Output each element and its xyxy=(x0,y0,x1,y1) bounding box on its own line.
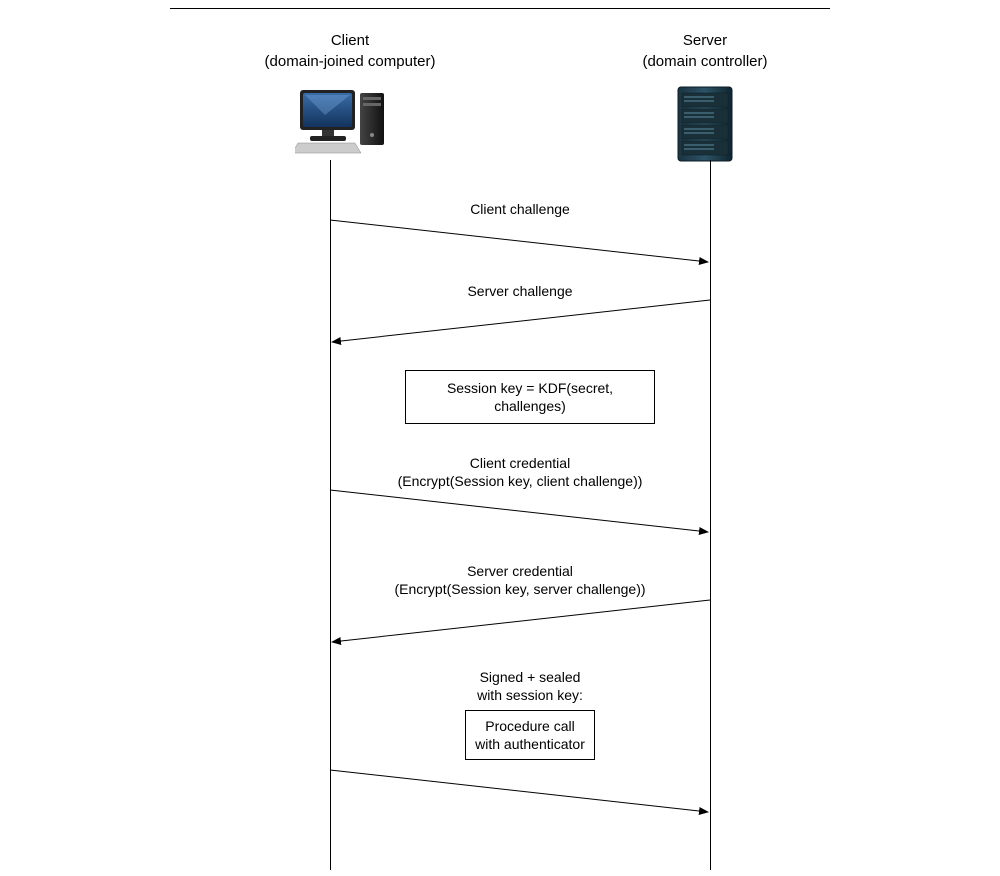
signed-sealed-label: Signed + sealed with session key: xyxy=(430,668,630,704)
arrow-client-challenge xyxy=(330,220,708,262)
proc-line1: Procedure call xyxy=(485,718,575,734)
server-participant-label: Server (domain controller) xyxy=(620,30,790,72)
server-credential-label: Server credential (Encrypt(Session key, … xyxy=(330,562,710,598)
arrow-server-challenge xyxy=(332,300,710,342)
server-lifeline xyxy=(710,160,711,870)
client-credential-label: Client credential (Encrypt(Session key, … xyxy=(330,454,710,490)
server-subtitle: (domain controller) xyxy=(620,51,790,72)
session-key-text: Session key = KDF(secret, challenges) xyxy=(447,380,613,414)
client-lifeline xyxy=(330,160,331,870)
session-key-note: Session key = KDF(secret, challenges) xyxy=(405,370,655,424)
client-title: Client xyxy=(250,30,450,51)
arrow-client-credential xyxy=(330,490,708,532)
client-participant-label: Client (domain-joined computer) xyxy=(250,30,450,72)
signed-line2: with session key: xyxy=(477,687,583,703)
server-credential-line1: Server credential xyxy=(467,563,573,579)
signed-line1: Signed + sealed xyxy=(480,669,581,685)
arrow-procedure-call xyxy=(330,770,708,812)
client-subtitle: (domain-joined computer) xyxy=(250,51,450,72)
client-challenge-label: Client challenge xyxy=(330,200,710,218)
client-credential-line1: Client credential xyxy=(470,455,570,471)
server-challenge-text: Server challenge xyxy=(467,283,572,299)
top-rule xyxy=(170,8,830,9)
arrow-server-credential xyxy=(332,600,710,642)
client-credential-line2: (Encrypt(Session key, client challenge)) xyxy=(398,473,643,489)
client-computer-icon xyxy=(295,85,395,155)
server-challenge-label: Server challenge xyxy=(330,282,710,300)
server-title: Server xyxy=(620,30,790,51)
server-credential-line2: (Encrypt(Session key, server challenge)) xyxy=(394,581,645,597)
proc-line2: with authenticator xyxy=(475,736,585,752)
client-challenge-text: Client challenge xyxy=(470,201,570,217)
procedure-call-box: Procedure call with authenticator xyxy=(465,710,595,760)
server-rack-icon xyxy=(670,85,740,165)
